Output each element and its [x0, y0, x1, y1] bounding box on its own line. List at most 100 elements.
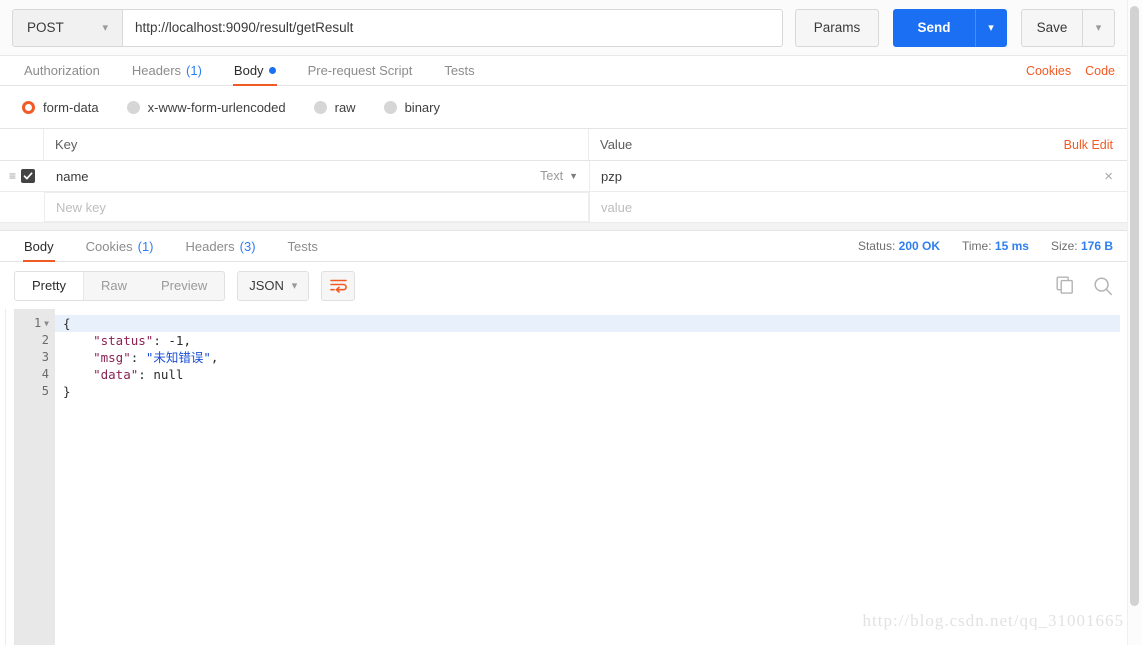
- view-mode-raw[interactable]: Raw: [84, 272, 144, 300]
- tab-label: Authorization: [24, 63, 100, 78]
- scrollbar-thumb[interactable]: [1130, 6, 1139, 606]
- radio-x-www-form-urlencoded[interactable]: x-www-form-urlencoded: [126, 99, 286, 115]
- send-button[interactable]: Send: [893, 8, 975, 47]
- tab-headers[interactable]: Headers (1): [116, 63, 218, 85]
- copy-button[interactable]: [1056, 276, 1075, 295]
- url-input-group: POST ▾: [12, 8, 783, 47]
- table-row: ≡ name Text ▼ pzp ×: [0, 161, 1127, 192]
- response-tab-bar: Body Cookies (1) Headers (3) Tests Statu…: [0, 231, 1127, 262]
- line-number-text: 2: [41, 333, 49, 347]
- chevron-down-icon: ▾: [988, 22, 994, 34]
- params-label: Params: [813, 20, 861, 35]
- request-url-bar: POST ▾ Params Send ▾ Save ▾: [0, 0, 1127, 56]
- line-number-text: 4: [41, 367, 49, 381]
- response-tab-body[interactable]: Body: [8, 239, 70, 262]
- vertical-scrollbar[interactable]: [1127, 0, 1142, 645]
- radio-label: x-www-form-urlencoded: [147, 99, 286, 115]
- line-number: 2: [42, 332, 55, 349]
- view-mode-segmented-control: Pretty Raw Preview: [14, 270, 226, 301]
- chevron-down-icon: ▾: [1095, 22, 1102, 34]
- tab-count: (1): [137, 239, 154, 254]
- new-key-placeholder: New key: [56, 199, 106, 215]
- code-line: }: [63, 384, 71, 399]
- delete-row-icon[interactable]: ×: [1104, 168, 1117, 185]
- copy-icon: [1056, 276, 1073, 294]
- tab-count: (3): [239, 239, 256, 254]
- response-format-dropdown[interactable]: JSON ▾: [237, 270, 310, 301]
- tab-label: Body: [233, 63, 264, 78]
- code-line-rendered-2: "status": -1,: [93, 333, 191, 348]
- search-button[interactable]: [1093, 276, 1113, 296]
- value-header-label: Value: [600, 137, 633, 152]
- new-value-placeholder: value: [601, 199, 633, 215]
- time-badge: Time: 15 ms: [962, 239, 1029, 253]
- row-gutter: [0, 192, 44, 222]
- save-label: Save: [1036, 20, 1068, 35]
- tab-tests[interactable]: Tests: [428, 63, 490, 85]
- tab-label: Headers: [185, 239, 235, 254]
- radio-binary[interactable]: binary: [383, 99, 440, 115]
- response-view-toolbar: Pretty Raw Preview JSON ▾: [0, 262, 1127, 309]
- code-area[interactable]: { "status": -1, "msg": "未知错误", "data": n…: [55, 309, 1120, 645]
- view-mode-label: Pretty: [32, 278, 66, 293]
- chevron-down-icon: ▾: [102, 22, 108, 34]
- row-checkbox[interactable]: [21, 169, 35, 183]
- response-meta: Status: 200 OK Time: 15 ms Size: 176 B: [858, 239, 1127, 261]
- line-number: 1 ▼: [34, 315, 55, 332]
- radio-icon: [383, 100, 397, 114]
- new-value-cell[interactable]: value: [589, 192, 1127, 222]
- radio-raw[interactable]: raw: [313, 99, 356, 115]
- row-key-cell[interactable]: name Text ▼: [44, 161, 589, 191]
- tab-pre-request-script[interactable]: Pre-request Script: [292, 63, 429, 85]
- view-mode-preview[interactable]: Preview: [144, 272, 224, 300]
- save-options-button[interactable]: ▾: [1083, 8, 1115, 47]
- pane-splitter[interactable]: [0, 223, 1127, 231]
- row-gutter: ≡: [0, 161, 44, 191]
- params-button[interactable]: Params: [795, 8, 879, 47]
- word-wrap-button[interactable]: [321, 270, 356, 301]
- tab-label: Body: [24, 239, 54, 254]
- bulk-edit-link[interactable]: Bulk Edit: [1064, 138, 1113, 152]
- tab-label: Pre-request Script: [307, 63, 413, 78]
- tab-authorization[interactable]: Authorization: [8, 63, 116, 85]
- radio-label: binary: [404, 99, 440, 115]
- radio-form-data[interactable]: form-data: [22, 100, 99, 115]
- table-row-new: New key value: [0, 192, 1127, 223]
- time-value: 15 ms: [994, 239, 1029, 253]
- row-type-dropdown[interactable]: Text ▼: [540, 169, 578, 183]
- tab-label: Tests: [287, 239, 318, 254]
- view-mode-label: Preview: [160, 278, 208, 293]
- request-tab-bar: Authorization Headers (1) Body Pre-reque…: [0, 56, 1127, 86]
- request-url-input[interactable]: [123, 9, 782, 46]
- chevron-down-icon: ▾: [291, 280, 298, 292]
- radio-label: raw: [334, 99, 356, 115]
- radio-label: form-data: [43, 99, 99, 115]
- watermark: http://blog.csdn.net/qq_31001665: [862, 611, 1124, 630]
- row-value-cell[interactable]: pzp ×: [589, 161, 1127, 191]
- cookies-link[interactable]: Cookies: [1026, 64, 1071, 78]
- body-modified-dot-icon: [268, 67, 276, 74]
- line-number-text: 1: [33, 316, 42, 330]
- row-value-text: pzp: [601, 168, 622, 184]
- save-button[interactable]: Save: [1021, 8, 1083, 47]
- code-line: "data": null: [55, 366, 1120, 383]
- form-data-table-header: Key Value Bulk Edit: [0, 128, 1127, 161]
- response-tab-headers[interactable]: Headers (3): [170, 239, 272, 261]
- view-mode-pretty[interactable]: Pretty: [15, 271, 84, 300]
- code-line: {: [55, 315, 1120, 332]
- response-tab-cookies[interactable]: Cookies (1): [70, 239, 170, 261]
- tab-label: Cookies: [85, 239, 133, 254]
- fold-toggle-icon[interactable]: ▼: [44, 315, 49, 332]
- response-tab-tests[interactable]: Tests: [272, 239, 334, 261]
- new-key-cell[interactable]: New key: [44, 192, 589, 222]
- status-value: 200 OK: [898, 239, 940, 253]
- http-method-select[interactable]: POST ▾: [13, 9, 123, 46]
- code-link[interactable]: Code: [1085, 64, 1115, 78]
- send-options-button[interactable]: ▾: [975, 8, 1007, 47]
- body-type-radio-group: form-data x-www-form-urlencoded raw bina…: [0, 86, 1127, 128]
- drag-handle-icon[interactable]: ≡: [9, 170, 16, 182]
- tab-body[interactable]: Body: [218, 63, 292, 86]
- column-header-key: Key: [44, 129, 589, 160]
- chevron-down-icon: ▼: [569, 171, 578, 181]
- status-label: Status:: [857, 239, 896, 253]
